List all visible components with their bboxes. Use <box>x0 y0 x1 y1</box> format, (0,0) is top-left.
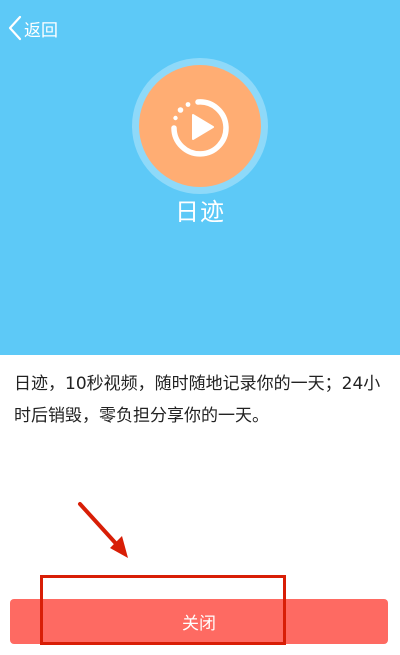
play-circle-icon <box>139 65 261 187</box>
app-header: 返回 日迹 <box>0 0 400 355</box>
chevron-left-icon <box>8 15 22 41</box>
back-button[interactable]: 返回 <box>8 14 58 42</box>
annotation-arrow-icon <box>78 502 128 558</box>
app-description: 日迹，10秒视频，随时随地记录你的一天；24小时后销毁，零负担分享你的一天。 <box>14 374 381 426</box>
back-label: 返回 <box>24 20 58 41</box>
app-title: 日迹 <box>175 198 225 226</box>
annotation-highlight-box <box>40 575 286 645</box>
app-icon-halo <box>132 58 268 194</box>
